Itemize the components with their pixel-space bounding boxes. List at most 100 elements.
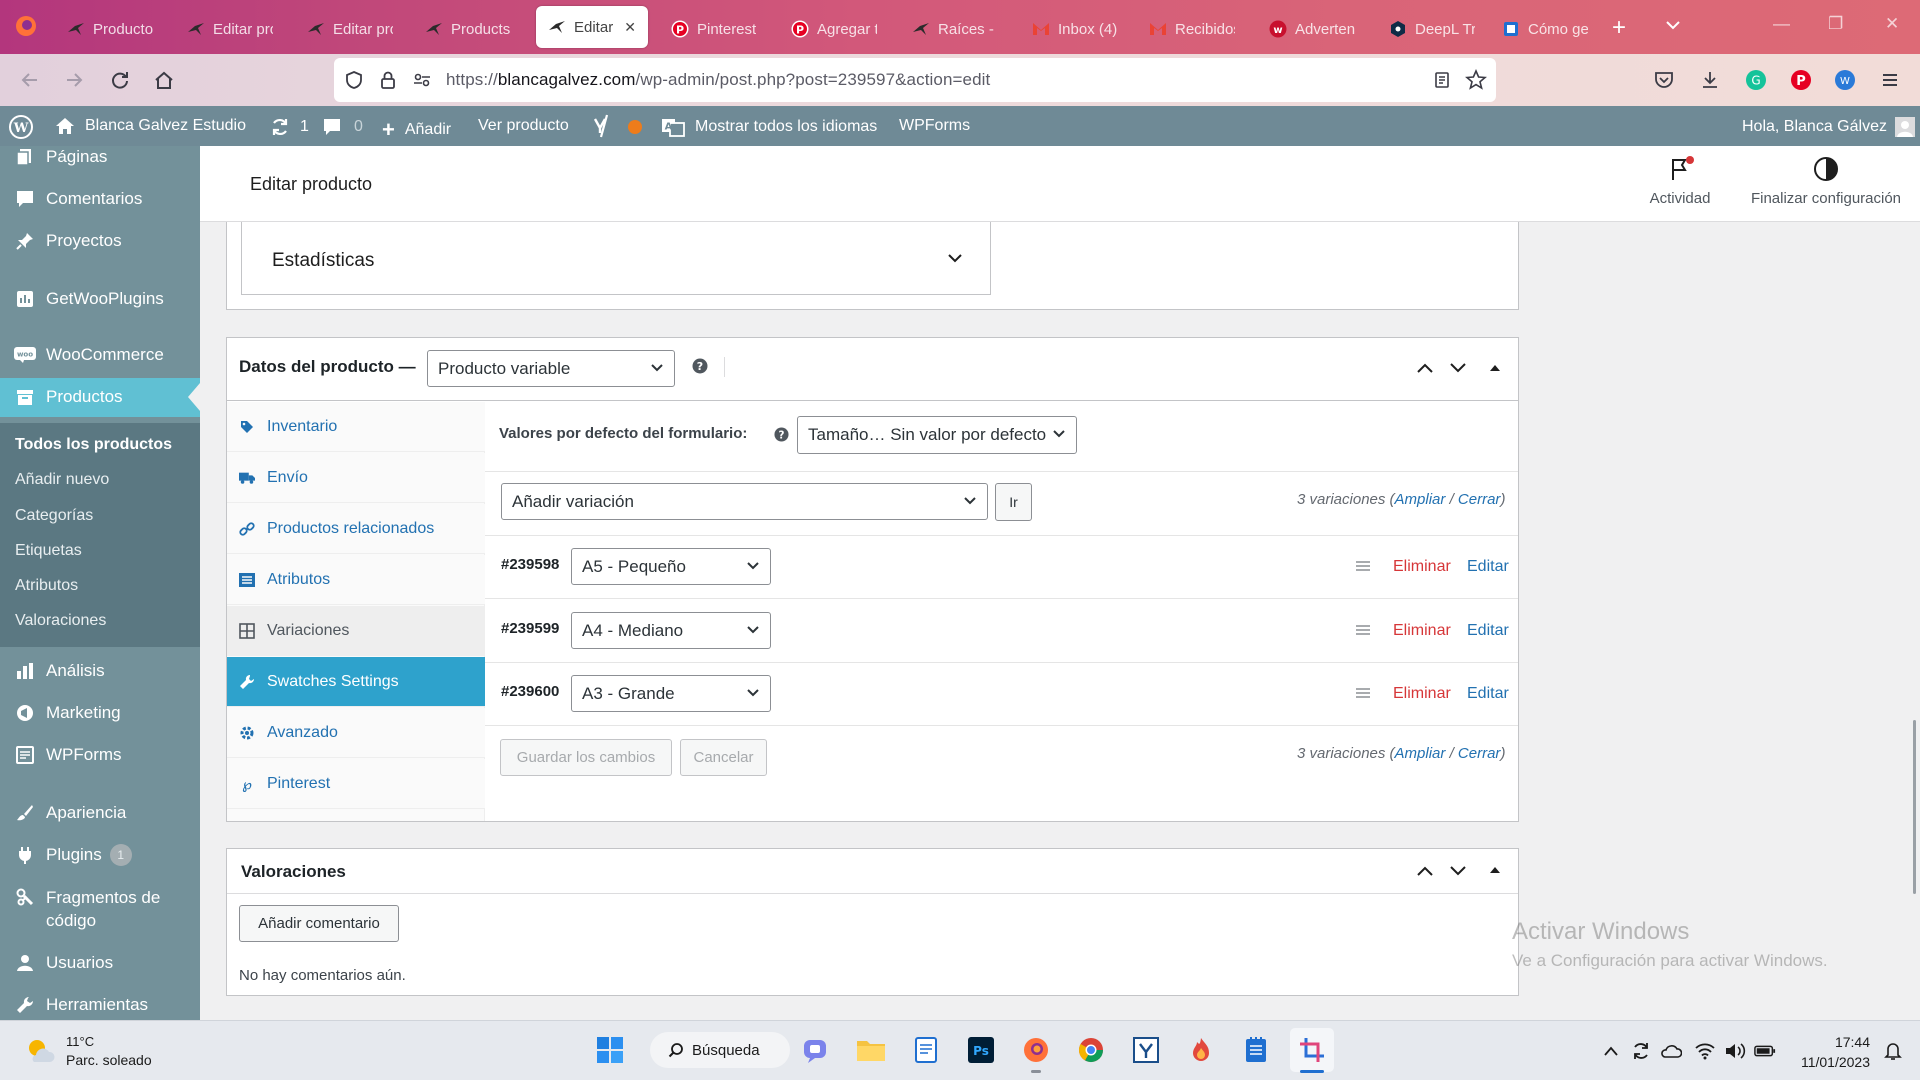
view-product-link[interactable]: Ver producto bbox=[478, 117, 569, 135]
browser-tab[interactable]: P Agregar t bbox=[779, 10, 889, 48]
submenu-etiquetas[interactable]: Etiquetas bbox=[15, 542, 82, 560]
show-hidden-icons-chevron[interactable] bbox=[1600, 1040, 1622, 1062]
drag-handle-icon[interactable] bbox=[1356, 687, 1370, 699]
sidebar-item-comentarios[interactable]: Comentarios bbox=[14, 188, 142, 210]
teams-chat-icon[interactable] bbox=[800, 1034, 832, 1066]
expand-link-bottom[interactable]: Ampliar bbox=[1395, 745, 1446, 762]
edit-variation-link[interactable]: Editar bbox=[1467, 558, 1509, 576]
pocket-icon[interactable] bbox=[1652, 68, 1676, 92]
chrome-icon[interactable] bbox=[1075, 1034, 1107, 1066]
collapse-triangle-icon[interactable] bbox=[1489, 364, 1501, 372]
go-button[interactable]: Ir bbox=[995, 483, 1032, 521]
submenu-categorias[interactable]: Categorías bbox=[15, 507, 93, 525]
browser-tab[interactable]: P Pinterest bbox=[659, 10, 769, 48]
tab-swatches-settings[interactable]: Swatches Settings bbox=[227, 657, 485, 707]
save-changes-button[interactable]: Guardar los cambios bbox=[500, 739, 672, 776]
move-up-icon[interactable] bbox=[1416, 362, 1434, 374]
file-explorer-icon[interactable] bbox=[855, 1034, 887, 1066]
tab-productos-relacionados[interactable]: Productos relacionados bbox=[227, 504, 485, 554]
wordpress-logo-icon[interactable]: W bbox=[8, 114, 34, 140]
sidebar-item-fragmentos[interactable]: Fragmentos de código bbox=[14, 886, 160, 932]
browser-tab[interactable]: Editar pro bbox=[295, 10, 405, 48]
restore-icon[interactable]: ❐ bbox=[1828, 14, 1843, 34]
close-window-icon[interactable]: ✕ bbox=[1885, 14, 1899, 34]
stats-chevron-icon[interactable] bbox=[947, 252, 963, 264]
firefox-icon[interactable] bbox=[14, 14, 38, 38]
variation-row[interactable]: #239600 A3 - Grande Eliminar Editar bbox=[485, 663, 1518, 726]
cancel-button[interactable]: Cancelar bbox=[680, 739, 767, 776]
tracking-protection-icon[interactable] bbox=[342, 68, 366, 92]
add-variation-select[interactable]: Añadir variación bbox=[501, 483, 988, 520]
product-type-select[interactable]: Producto variable bbox=[427, 350, 675, 387]
close-link-bottom[interactable]: Cerrar bbox=[1458, 745, 1501, 762]
edit-variation-link[interactable]: Editar bbox=[1467, 622, 1509, 640]
page-scrollbar[interactable] bbox=[1913, 720, 1916, 894]
tab-pinterest[interactable]: ℘ Pinterest bbox=[227, 759, 485, 809]
firefox-taskbar-icon[interactable] bbox=[1020, 1034, 1052, 1066]
updates-link[interactable]: 1 bbox=[270, 117, 309, 137]
back-icon[interactable] bbox=[18, 68, 42, 92]
variation-size-select[interactable]: A4 - Mediano bbox=[571, 612, 771, 649]
notepad-icon[interactable] bbox=[910, 1034, 942, 1066]
reviews-collapse-icon[interactable] bbox=[1489, 866, 1501, 874]
move-down-icon[interactable] bbox=[1449, 362, 1467, 374]
lock-icon[interactable] bbox=[376, 68, 400, 92]
add-new-link[interactable]: + Añadir bbox=[382, 117, 451, 143]
edit-variation-link[interactable]: Editar bbox=[1467, 685, 1509, 703]
close-tab-icon[interactable]: ✕ bbox=[624, 19, 636, 36]
site-name-link[interactable]: Blanca Galvez Estudio bbox=[55, 117, 246, 135]
sync-icon[interactable] bbox=[1630, 1040, 1652, 1062]
languages-link[interactable]: A Mostrar todos los idiomas bbox=[661, 117, 877, 137]
tab-avanzado[interactable]: Avanzado bbox=[227, 708, 485, 758]
taskbar-search[interactable]: Búsqueda bbox=[650, 1032, 790, 1068]
sidebar-item-wpforms[interactable]: WPForms bbox=[14, 744, 122, 766]
url-text[interactable]: https://blancagalvez.com/wp-admin/post.p… bbox=[446, 70, 990, 90]
browser-tab[interactable]: Editar pro bbox=[175, 10, 285, 48]
delete-variation-link[interactable]: Eliminar bbox=[1393, 622, 1451, 640]
sidebar-item-plugins[interactable]: Plugins 1 bbox=[14, 844, 132, 866]
reviews-move-down-icon[interactable] bbox=[1449, 865, 1467, 877]
tab-variaciones[interactable]: Variaciones bbox=[227, 606, 485, 656]
defaults-help-icon[interactable]: ? bbox=[774, 427, 789, 442]
add-comment-button[interactable]: Añadir comentario bbox=[239, 905, 399, 942]
yoast-taskbar-icon[interactable] bbox=[1130, 1034, 1162, 1066]
wifi-icon[interactable] bbox=[1694, 1040, 1716, 1062]
variation-row[interactable]: #239599 A4 - Mediano Eliminar Editar bbox=[485, 600, 1518, 663]
sidebar-item-proyectos[interactable]: Proyectos bbox=[14, 230, 122, 252]
submenu-anadir-nuevo[interactable]: Añadir nuevo bbox=[15, 471, 109, 489]
tab-inventario[interactable]: Inventario bbox=[227, 402, 485, 452]
delete-variation-link[interactable]: Eliminar bbox=[1393, 558, 1451, 576]
sidebar-item-analisis[interactable]: Análisis bbox=[14, 660, 105, 682]
bookmark-star-icon[interactable] bbox=[1464, 68, 1488, 92]
sidebar-item-marketing[interactable]: Marketing bbox=[14, 702, 121, 724]
home-icon[interactable] bbox=[152, 68, 176, 92]
sidebar-item-herramientas[interactable]: Herramientas bbox=[14, 994, 148, 1016]
start-windows-icon[interactable] bbox=[594, 1034, 626, 1066]
finish-setup-button[interactable]: Finalizar configuración bbox=[1738, 156, 1914, 216]
tab-envio[interactable]: Envío bbox=[227, 453, 485, 503]
browser-tab[interactable]: Editar p ✕ bbox=[536, 6, 648, 48]
delete-variation-link[interactable]: Eliminar bbox=[1393, 685, 1451, 703]
default-size-select[interactable]: Tamaño… Sin valor por defecto bbox=[797, 416, 1077, 454]
weather-widget[interactable]: 11°C Parc. soleado bbox=[24, 1030, 184, 1072]
close-link-top[interactable]: Cerrar bbox=[1458, 491, 1501, 508]
clock[interactable]: 17:44 11/01/2023 bbox=[1790, 1032, 1870, 1072]
grammarly-icon[interactable]: G bbox=[1744, 68, 1768, 92]
browser-tab[interactable]: Productos bbox=[55, 10, 165, 48]
browser-tab[interactable]: Raíces - B bbox=[900, 10, 1010, 48]
variation-size-select[interactable]: A3 - Grande bbox=[571, 675, 771, 712]
permissions-icon[interactable] bbox=[410, 68, 434, 92]
yoast-icon[interactable] bbox=[592, 113, 614, 139]
activity-button[interactable]: Actividad bbox=[1640, 156, 1720, 216]
comments-link[interactable]: 0 bbox=[322, 117, 363, 137]
browser-tab[interactable]: Products bbox=[413, 10, 523, 48]
sidebar-item-paginas[interactable]: Páginas bbox=[14, 146, 107, 168]
tab-list-icon[interactable] bbox=[1664, 16, 1682, 34]
photoshop-icon[interactable]: Ps bbox=[965, 1034, 997, 1066]
drag-handle-icon[interactable] bbox=[1356, 624, 1370, 636]
drag-handle-icon[interactable] bbox=[1356, 560, 1370, 572]
wpforms-link[interactable]: WPForms bbox=[899, 117, 970, 135]
downloads-icon[interactable] bbox=[1698, 68, 1722, 92]
browser-tab[interactable]: DeepL Tra bbox=[1377, 10, 1487, 48]
browser-tab[interactable]: Cómo ge bbox=[1490, 10, 1600, 48]
